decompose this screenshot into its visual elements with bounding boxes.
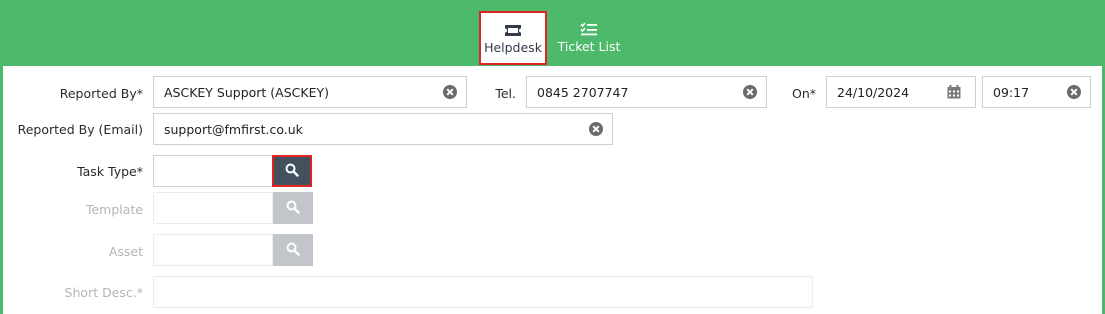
asset-label: Asset — [108, 244, 143, 259]
date-value: 24/10/2024 — [837, 84, 910, 100]
reported-by-email-label: Reported By (Email) — [17, 122, 143, 137]
template-label: Template — [85, 202, 143, 217]
calendar-icon[interactable] — [947, 85, 961, 102]
reported-by-label: Reported By* — [59, 86, 143, 101]
short-desc-input[interactable] — [153, 276, 813, 308]
time-value: 09:17 — [993, 84, 1030, 100]
clear-icon[interactable] — [1067, 85, 1081, 99]
top-nav-bar — [0, 0, 1105, 66]
tel-value: 0845 2707747 — [537, 84, 629, 100]
task-type-search-button[interactable] — [272, 155, 312, 187]
reported-by-field[interactable]: ASCKEY Support (ASCKEY) — [153, 76, 467, 108]
tel-label: Tel. — [495, 86, 516, 101]
reported-by-email-field[interactable]: support@fmfirst.co.uk — [153, 113, 613, 145]
search-icon — [286, 242, 300, 259]
time-field[interactable]: 09:17 — [982, 76, 1091, 108]
task-type-label: Task Type* — [77, 164, 143, 179]
template-input[interactable] — [153, 192, 273, 224]
short-desc-label: Short Desc.* — [64, 285, 143, 300]
clear-icon[interactable] — [589, 122, 603, 136]
tel-field[interactable]: 0845 2707747 — [526, 76, 767, 108]
tab-helpdesk-label: Helpdesk — [484, 40, 542, 55]
on-label: On* — [791, 86, 816, 101]
search-icon — [286, 200, 300, 217]
reported-by-value: ASCKEY Support (ASCKEY) — [164, 84, 330, 100]
search-icon — [285, 163, 299, 180]
tab-ticket-list-label: Ticket List — [557, 39, 621, 54]
reported-by-email-value: support@fmfirst.co.uk — [164, 121, 303, 137]
template-search-button[interactable] — [273, 192, 313, 224]
asset-input[interactable] — [153, 234, 273, 266]
date-field[interactable]: 24/10/2024 — [826, 76, 976, 108]
tab-ticket-list[interactable]: Ticket List — [556, 11, 622, 65]
asset-search-button[interactable] — [273, 234, 313, 266]
task-type-input[interactable] — [153, 155, 273, 187]
tab-helpdesk[interactable]: Helpdesk — [479, 11, 547, 65]
ticket-icon — [504, 24, 522, 40]
checklist-icon — [580, 22, 598, 39]
clear-icon[interactable] — [443, 85, 457, 99]
clear-icon[interactable] — [743, 85, 757, 99]
